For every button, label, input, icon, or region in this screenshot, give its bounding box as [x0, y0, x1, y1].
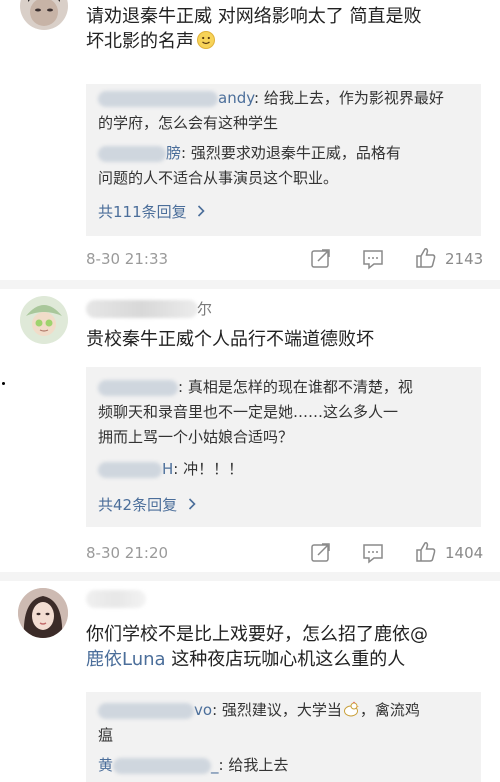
- reply-item: andy: 给我上去，作为影视界最好: [98, 86, 444, 111]
- reply-text: 拥而上骂一个小姑娘合适吗？: [98, 428, 294, 446]
- reply-text: 瘟: [98, 726, 114, 744]
- more-replies-link[interactable]: 共111条回复: [98, 201, 206, 222]
- mention-link[interactable]: 鹿依Luna: [86, 649, 166, 670]
- reply-preview-box[interactable]: : 真相是怎样的现在谁都不清楚，视 频聊天和录音里也不一定是她……这么多人一 拥…: [86, 367, 481, 527]
- reply-text: 问题的人不适合从事演员这个职业。: [98, 169, 339, 187]
- like-count: 1404: [445, 544, 484, 562]
- share-icon[interactable]: [310, 541, 332, 567]
- avatar[interactable]: [20, 296, 68, 344]
- slightly-smiling-face-icon: [197, 31, 215, 49]
- reply-item: H: 冲！！！: [98, 457, 243, 482]
- like-icon[interactable]: [414, 540, 438, 568]
- like-icon[interactable]: [414, 246, 438, 274]
- comment-text: 请劝退秦牛正威 对网络影响太了 简直是败 坏北影的名声: [86, 6, 422, 52]
- comment-text: 你们学校不是比上戏要好，怎么招了鹿依@ 鹿依Luna 这种夜店玩咖心机这么重的人: [86, 624, 428, 670]
- reply-preview-box[interactable]: vo: 强烈建议，大学当 ，禽流鸡 瘟 黄 _: 给我上去: [86, 692, 481, 782]
- reply-item: vo: 强烈建议，大学当 ，禽流鸡: [98, 698, 420, 723]
- like-count: 2143: [445, 250, 484, 268]
- reply-item: 黄 _: 给我上去: [98, 756, 289, 774]
- avatar[interactable]: [20, 0, 68, 30]
- comment-time: 8-30 21:33: [86, 250, 169, 268]
- chevron-right-icon: [197, 203, 206, 221]
- reply-text: 的学府，怎么会有这种学生: [98, 114, 279, 132]
- share-icon[interactable]: [310, 247, 332, 273]
- stray-dot: [2, 382, 5, 385]
- reply-item: 膀: 强烈要求劝退秦牛正威，品格有: [98, 141, 401, 166]
- reply-item: : 真相是怎样的现在谁都不清楚，视: [98, 375, 413, 400]
- reply-preview-box[interactable]: andy: 给我上去，作为影视界最好 的学府，怎么会有这种学生 膀: 强烈要求劝…: [86, 84, 481, 236]
- comment-icon[interactable]: [362, 542, 384, 568]
- chevron-right-icon: [188, 496, 196, 514]
- username-blurred[interactable]: [86, 590, 146, 608]
- comment-text: 贵校秦牛正威个人品行不端道德败坏: [86, 329, 374, 350]
- username[interactable]: 尔: [197, 298, 212, 319]
- username-blurred[interactable]: [86, 300, 198, 318]
- more-replies-link[interactable]: 共42条回复: [98, 494, 196, 515]
- divider: [0, 572, 500, 581]
- reply-text: 频聊天和录音里也不一定是她……这么多人一: [98, 403, 399, 421]
- comment-icon[interactable]: [362, 248, 384, 274]
- avatar[interactable]: [18, 588, 68, 638]
- chicken-emoji-icon: [342, 700, 360, 717]
- divider: [0, 280, 500, 289]
- comment-time: 8-30 21:20: [86, 544, 169, 562]
